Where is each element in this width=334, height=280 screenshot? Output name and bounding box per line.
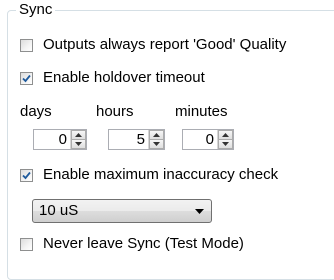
hours-label: hours	[96, 103, 134, 120]
minutes-down-button[interactable]	[218, 140, 233, 149]
inaccuracy-selected-value: 10 uS	[39, 202, 79, 219]
hours-up-button[interactable]	[149, 130, 164, 140]
minutes-spinner[interactable]: 0	[182, 129, 234, 150]
checkmark-icon	[22, 171, 31, 179]
never-leave-sync-row[interactable]: Never leave Sync (Test Mode)	[20, 234, 244, 254]
up-arrow-icon	[222, 133, 229, 137]
minutes-value[interactable]: 0	[183, 130, 217, 149]
chevron-down-icon	[194, 208, 204, 214]
checkmark-icon	[22, 74, 31, 82]
up-arrow-icon	[75, 133, 82, 137]
never-leave-sync-checkbox[interactable]	[20, 237, 33, 251]
holdover-timeout-checkbox[interactable]	[20, 71, 33, 85]
down-arrow-icon	[222, 142, 229, 146]
hours-down-button[interactable]	[149, 140, 164, 149]
hours-spinner[interactable]: 5	[108, 129, 165, 150]
hours-spin-buttons	[148, 130, 164, 149]
hours-value[interactable]: 5	[109, 130, 148, 149]
days-value[interactable]: 0	[34, 130, 70, 149]
minutes-up-button[interactable]	[218, 130, 233, 140]
max-inaccuracy-row[interactable]: Enable maximum inaccuracy check	[20, 165, 278, 185]
down-arrow-icon	[75, 142, 82, 146]
group-title: Sync	[16, 1, 56, 19]
never-leave-sync-label: Never leave Sync (Test Mode)	[43, 235, 244, 252]
outputs-good-quality-row[interactable]: Outputs always report 'Good' Quality	[20, 35, 286, 55]
days-spin-buttons	[70, 130, 86, 149]
minutes-spin-buttons	[217, 130, 233, 149]
days-spinner[interactable]: 0	[33, 129, 87, 150]
max-inaccuracy-checkbox[interactable]	[20, 168, 33, 182]
dropdown-arrow[interactable]	[187, 208, 211, 214]
holdover-timeout-row[interactable]: Enable holdover timeout	[20, 68, 205, 88]
minutes-label: minutes	[175, 103, 228, 120]
max-inaccuracy-label: Enable maximum inaccuracy check	[43, 166, 279, 183]
days-label: days	[20, 103, 52, 120]
down-arrow-icon	[153, 142, 160, 146]
up-arrow-icon	[153, 133, 160, 137]
holdover-timeout-label: Enable holdover timeout	[43, 69, 205, 86]
inaccuracy-dropdown[interactable]: 10 uS	[32, 199, 212, 223]
days-down-button[interactable]	[71, 140, 86, 149]
outputs-good-quality-label: Outputs always report 'Good' Quality	[43, 36, 287, 53]
days-up-button[interactable]	[71, 130, 86, 140]
outputs-good-quality-checkbox[interactable]	[20, 38, 33, 52]
